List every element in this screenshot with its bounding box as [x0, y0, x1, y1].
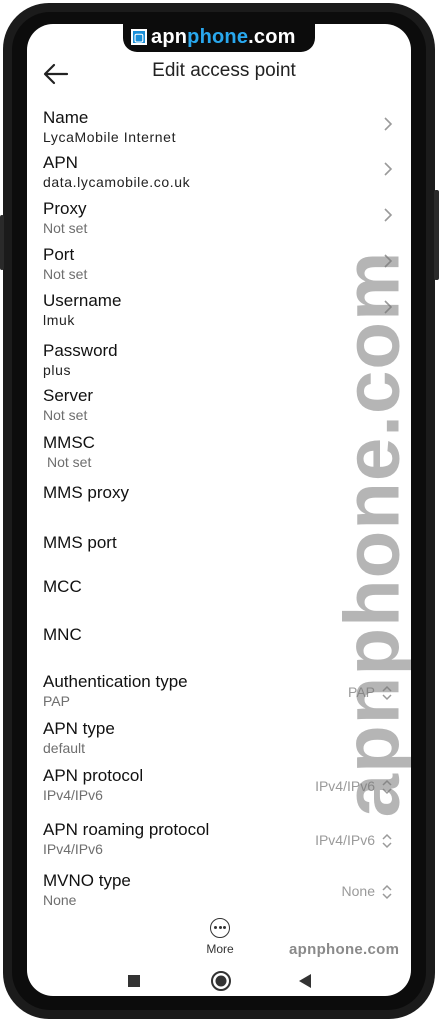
field-mmsc[interactable]: MMSC Not set	[43, 433, 397, 471]
home-icon[interactable]	[210, 970, 232, 992]
field-server[interactable]: Server Not set	[43, 386, 397, 424]
field-label: APN type	[43, 719, 115, 738]
footer-brand: apnphone.com	[289, 941, 400, 958]
field-apn-protocol[interactable]: APN protocol IPv4/IPv6 IPv4/IPv6	[43, 766, 397, 804]
more-button[interactable]: More	[199, 918, 241, 956]
dropdown-selected[interactable]: IPv4/IPv6	[315, 778, 375, 794]
field-apn[interactable]: APN data.lycamobile.co.uk	[43, 153, 397, 191]
field-label: Name	[43, 108, 89, 127]
field-mcc[interactable]: MCC	[43, 577, 397, 597]
field-value: data.lycamobile.co.uk	[43, 174, 191, 190]
more-icon	[210, 918, 230, 938]
field-value: Not set	[43, 220, 88, 236]
field-value: PAP	[43, 693, 70, 709]
more-label: More	[206, 942, 234, 956]
field-label: MNC	[43, 625, 82, 644]
field-label: MCC	[43, 577, 82, 596]
toolbar: Edit access point	[27, 54, 411, 94]
field-value: LycaMobile Internet	[43, 129, 177, 145]
navigation-bar	[27, 968, 411, 996]
field-label: Port	[43, 245, 75, 264]
field-proxy[interactable]: Proxy Not set	[43, 199, 397, 237]
chevron-right-icon	[384, 208, 393, 222]
dropdown-selected[interactable]: IPv4/IPv6	[315, 832, 375, 848]
field-value: lmuk	[43, 312, 75, 328]
field-value: Not set	[43, 266, 88, 282]
field-value: default	[43, 740, 86, 756]
field-port[interactable]: Port Not set	[43, 245, 397, 283]
field-label: Server	[43, 386, 94, 405]
field-authentication-type[interactable]: Authentication type PAP PAP	[43, 672, 397, 710]
field-apn-type[interactable]: APN type default	[43, 719, 397, 757]
screen: ▢ apnphone.com Edit access point Name Ly…	[27, 24, 411, 996]
up-down-icon	[382, 884, 392, 900]
dropdown-selected[interactable]: None	[342, 883, 375, 899]
field-label: Username	[43, 291, 122, 310]
field-name[interactable]: Name LycaMobile Internet	[43, 108, 397, 146]
field-username[interactable]: Username lmuk	[43, 291, 397, 329]
up-down-icon	[382, 779, 392, 795]
field-value: Not set	[47, 454, 92, 470]
field-mvno-type[interactable]: MVNO type None None	[43, 871, 397, 909]
chevron-right-icon	[384, 300, 393, 314]
field-label: Proxy	[43, 199, 87, 218]
field-label: APN	[43, 153, 78, 172]
field-apn-roaming-protocol[interactable]: APN roaming protocol IPv4/IPv6 IPv4/IPv6	[43, 820, 397, 858]
field-value: Not set	[43, 407, 88, 423]
field-label: MMS port	[43, 533, 117, 552]
field-label: Password	[43, 341, 118, 360]
brand-domain-accent: phone	[187, 25, 249, 48]
brand-logo: ▢ apnphone.com	[131, 26, 296, 48]
volume-button	[0, 215, 4, 270]
field-label: MMSC	[43, 433, 95, 452]
field-value: plus	[43, 362, 72, 378]
back-icon[interactable]	[298, 973, 312, 989]
brand-logo-icon: ▢	[131, 29, 147, 45]
field-mnc[interactable]: MNC	[43, 625, 397, 645]
up-down-icon	[382, 833, 392, 849]
chevron-right-icon	[384, 254, 393, 268]
field-password[interactable]: Password plus	[43, 341, 397, 379]
field-label: Authentication type	[43, 672, 188, 691]
power-button	[434, 190, 439, 280]
up-down-icon	[382, 685, 392, 701]
page-title: Edit access point	[152, 60, 296, 81]
recents-icon[interactable]	[127, 974, 141, 988]
dropdown-selected[interactable]: PAP	[348, 684, 375, 700]
chevron-right-icon	[384, 117, 393, 131]
chevron-right-icon	[384, 162, 393, 176]
field-mms-proxy[interactable]: MMS proxy	[43, 483, 397, 503]
field-mms-port[interactable]: MMS port	[43, 533, 397, 553]
field-label: MMS proxy	[43, 483, 129, 502]
brand-domain: apnphone.com	[151, 25, 296, 48]
